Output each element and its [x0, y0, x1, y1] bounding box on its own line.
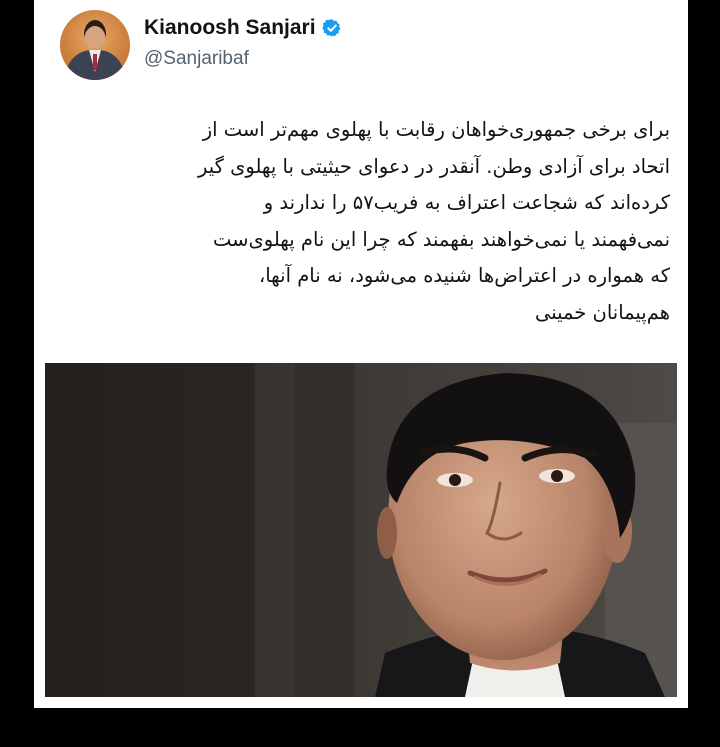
tweet-text-line: نمی‌فهمند یا نمی‌خواهند بفهمند که چرا ای…: [213, 227, 670, 251]
tweet-text-line: کرده‌اند که شجاعت اعتراف به فریب۵۷ را ند…: [263, 191, 670, 214]
tweet-text: برای برخی جمهوری‌خواهان رقابت با پهلوی م…: [60, 112, 670, 331]
screenshot-stage: Kianoosh Sanjari @Sanjaribaf برای برخی ج…: [0, 0, 720, 747]
tweet-text-line: اتحاد برای آزادی وطن. آنقدر در دعوای حیث…: [198, 154, 670, 178]
author-name-row: Kianoosh Sanjari: [144, 16, 342, 40]
verified-badge-icon: [321, 18, 342, 38]
author-handle[interactable]: @Sanjaribaf: [144, 48, 249, 70]
tweet-text-line: برای برخی جمهوری‌خواهان رقابت با پهلوی م…: [202, 118, 670, 141]
tweet-text-line: که همواره در اعتراض‌ها شنیده می‌شود، نه …: [258, 264, 670, 287]
portrait-photo: [45, 363, 677, 697]
author-display-name[interactable]: Kianoosh Sanjari: [144, 16, 316, 40]
avatar[interactable]: [60, 10, 130, 80]
avatar-tie-shape: [93, 54, 97, 70]
tweet-text-line: هم‌پیمانان خمینی: [534, 300, 670, 324]
avatar-head-shape: [84, 20, 106, 48]
tweet-media-photo[interactable]: [45, 363, 677, 697]
tweet-card: Kianoosh Sanjari @Sanjaribaf برای برخی ج…: [34, 0, 688, 708]
